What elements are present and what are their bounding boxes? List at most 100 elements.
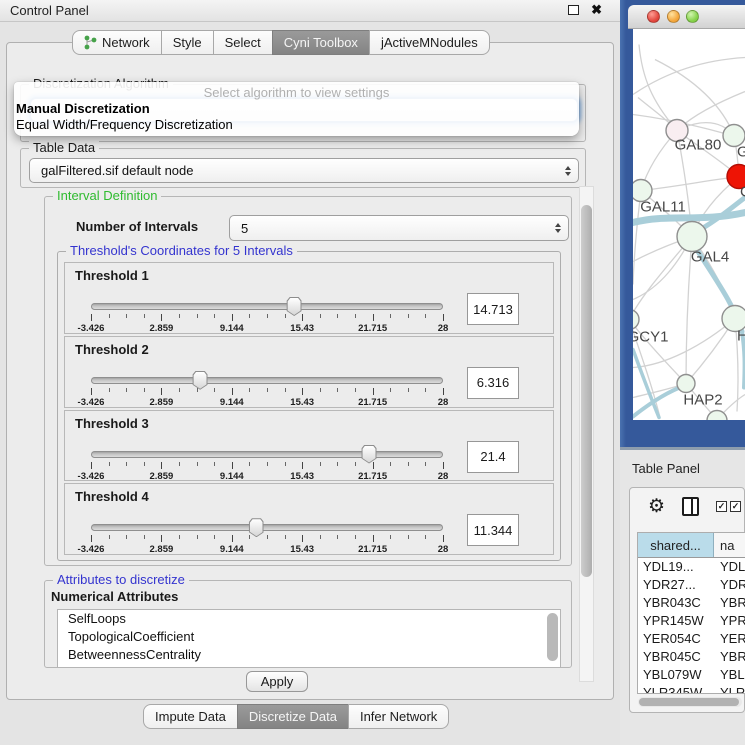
- slider-tick: [161, 535, 162, 542]
- column-header-name[interactable]: na: [714, 533, 745, 557]
- checkbox-icon[interactable]: ✓: [730, 501, 741, 512]
- slider-scale-label: 9.144: [220, 544, 244, 555]
- threshold-slider[interactable]: -3.4262.8599.14415.4321.71528: [91, 303, 443, 311]
- number-of-intervals-label: Number of Intervals: [76, 219, 198, 234]
- threshold-value-field[interactable]: 14.713: [467, 293, 519, 325]
- slider-tick: [232, 314, 233, 321]
- tab-network[interactable]: Network: [72, 30, 162, 55]
- slider-scale-label: 15.43: [290, 471, 314, 482]
- table-horizontal-scrollbar[interactable]: [638, 697, 742, 707]
- columns-icon[interactable]: [682, 497, 699, 516]
- table-row[interactable]: YBR043CYBR0: [638, 594, 745, 612]
- network-canvas[interactable]: GAL80GACGAL11GAL4GCY1HHAP2: [633, 29, 745, 420]
- table-scrollbar-thumb[interactable]: [639, 698, 739, 706]
- node-label-gcy1: GCY1: [633, 329, 668, 346]
- checkbox-icon[interactable]: ✓: [716, 501, 727, 512]
- network-graph: GAL80GACGAL11GAL4GCY1HHAP2: [633, 29, 745, 420]
- table-row[interactable]: YBL079WYBL0: [638, 666, 745, 684]
- threshold-slider[interactable]: -3.4262.8599.14415.4321.71528: [91, 451, 443, 459]
- numerical-attributes-list[interactable]: SelfLoopsTopologicalCoefficientBetweenne…: [57, 609, 561, 668]
- slider-scale-label: 28: [438, 323, 449, 334]
- table-row[interactable]: YER054CYER0: [638, 630, 745, 648]
- panel-scrollbar-thumb[interactable]: [581, 205, 592, 577]
- algorithm-option-equal-width-frequency-discretization[interactable]: Equal Width/Frequency Discretization: [14, 117, 579, 133]
- threshold-value-field[interactable]: 11.344: [467, 514, 519, 546]
- slider-tick: [161, 388, 162, 395]
- thresholds-body: Threshold 1-3.4262.8599.14415.4321.71528…: [64, 262, 554, 555]
- slider-tick: [91, 314, 92, 321]
- table-row[interactable]: YDL19...YDL1: [638, 558, 745, 576]
- threshold-slider[interactable]: -3.4262.8599.14415.4321.71528: [91, 524, 443, 532]
- slider-tick: [126, 388, 127, 392]
- close-traffic-light-icon[interactable]: [647, 10, 660, 23]
- minimize-traffic-light-icon[interactable]: [667, 10, 680, 23]
- slider-tick: [425, 535, 426, 539]
- slider-tick: [232, 388, 233, 395]
- network-node-hap2[interactable]: [677, 375, 695, 393]
- node-attribute-table[interactable]: shared... na YDL19...YDL1YDR27...YDR2YBR…: [637, 532, 745, 694]
- attribute-item-topologicalcoefficient[interactable]: TopologicalCoefficient: [58, 628, 560, 646]
- tab-infer-network[interactable]: Infer Network: [348, 704, 449, 729]
- slider-tick: [390, 314, 391, 318]
- threshold-value-field[interactable]: 21.4: [467, 441, 519, 473]
- algorithm-option-manual-discretization[interactable]: Manual Discretization: [14, 101, 579, 117]
- table-row[interactable]: YLR345WYLR3: [638, 684, 745, 694]
- tab-select[interactable]: Select: [213, 30, 273, 55]
- slider-track[interactable]: [91, 303, 443, 310]
- slider-thumb[interactable]: [249, 518, 264, 537]
- apply-button[interactable]: Apply: [246, 671, 308, 692]
- slider-tick: [232, 535, 233, 542]
- threshold-value-field[interactable]: 6.316: [467, 367, 519, 399]
- table-row[interactable]: YBR045CYBR0: [638, 648, 745, 666]
- slider-tick: [249, 535, 250, 539]
- slider-tick: [267, 535, 268, 539]
- cell-shared-name: YBR043C: [638, 594, 714, 612]
- slider-scale-label: 15.43: [290, 323, 314, 334]
- table-row[interactable]: YDR27...YDR2: [638, 576, 745, 594]
- node-label-gal80: GAL80: [675, 137, 722, 154]
- slider-tick: [249, 388, 250, 392]
- tab-jactivemnodules[interactable]: jActiveMNodules: [369, 30, 490, 55]
- network-node-gcy1[interactable]: [633, 310, 639, 330]
- table-panel-box: ⚙ ✓ ✓ shared... na YDL19...YDL1YDR27...Y…: [629, 487, 745, 713]
- table-data-select[interactable]: galFiltered.sif default node: [29, 158, 579, 183]
- column-header-shared-name[interactable]: shared...: [638, 533, 714, 557]
- slider-track[interactable]: [91, 377, 443, 384]
- attribute-item-betweennesscentrality[interactable]: BetweennessCentrality: [58, 646, 560, 664]
- list-scrollbar[interactable]: [547, 613, 558, 661]
- table-row[interactable]: YPR145WYPR1: [638, 612, 745, 630]
- tab-discretize-data[interactable]: Discretize Data: [237, 704, 349, 729]
- slider-scale-label: 21.715: [358, 544, 387, 555]
- tab-style[interactable]: Style: [161, 30, 214, 55]
- slider-thumb[interactable]: [287, 297, 302, 316]
- slider-scale-label: 15.43: [290, 397, 314, 408]
- network-node-gal4[interactable]: [677, 222, 707, 252]
- slider-tick: [443, 535, 444, 542]
- close-icon[interactable]: ✖: [591, 4, 602, 16]
- gear-icon[interactable]: ⚙: [648, 497, 665, 516]
- cell-name: YBR0: [714, 648, 745, 666]
- tab-impute-data[interactable]: Impute Data: [143, 704, 238, 729]
- panel-title: Control Panel: [10, 3, 89, 18]
- attribute-item-selfloops[interactable]: SelfLoops: [58, 610, 560, 628]
- zoom-traffic-light-icon[interactable]: [686, 10, 699, 23]
- table-panel-title: Table Panel: [632, 461, 700, 476]
- slider-tick: [144, 535, 145, 539]
- threshold-panel: Threshold 2-3.4262.8599.14415.4321.71528…: [64, 336, 554, 408]
- threshold-slider[interactable]: -3.4262.8599.14415.4321.71528: [91, 377, 443, 385]
- slider-track[interactable]: [91, 451, 443, 458]
- tab-cyni-toolbox[interactable]: Cyni Toolbox: [272, 30, 370, 55]
- threshold-label: Threshold 4: [75, 489, 149, 504]
- cell-shared-name: YBL079W: [638, 666, 714, 684]
- panel-scrollbar[interactable]: [579, 186, 594, 682]
- slider-thumb[interactable]: [362, 445, 377, 464]
- slider-tick: [355, 535, 356, 539]
- slider-tick: [91, 462, 92, 469]
- algorithm-prompt: Select algorithm to view settings: [14, 82, 579, 101]
- checkbox-group: ✓ ✓: [716, 501, 741, 512]
- number-of-intervals-select[interactable]: 5: [229, 215, 569, 241]
- slider-thumb[interactable]: [193, 371, 208, 390]
- slider-tick: [109, 388, 110, 392]
- slider-track[interactable]: [91, 524, 443, 531]
- float-window-icon[interactable]: [568, 5, 579, 15]
